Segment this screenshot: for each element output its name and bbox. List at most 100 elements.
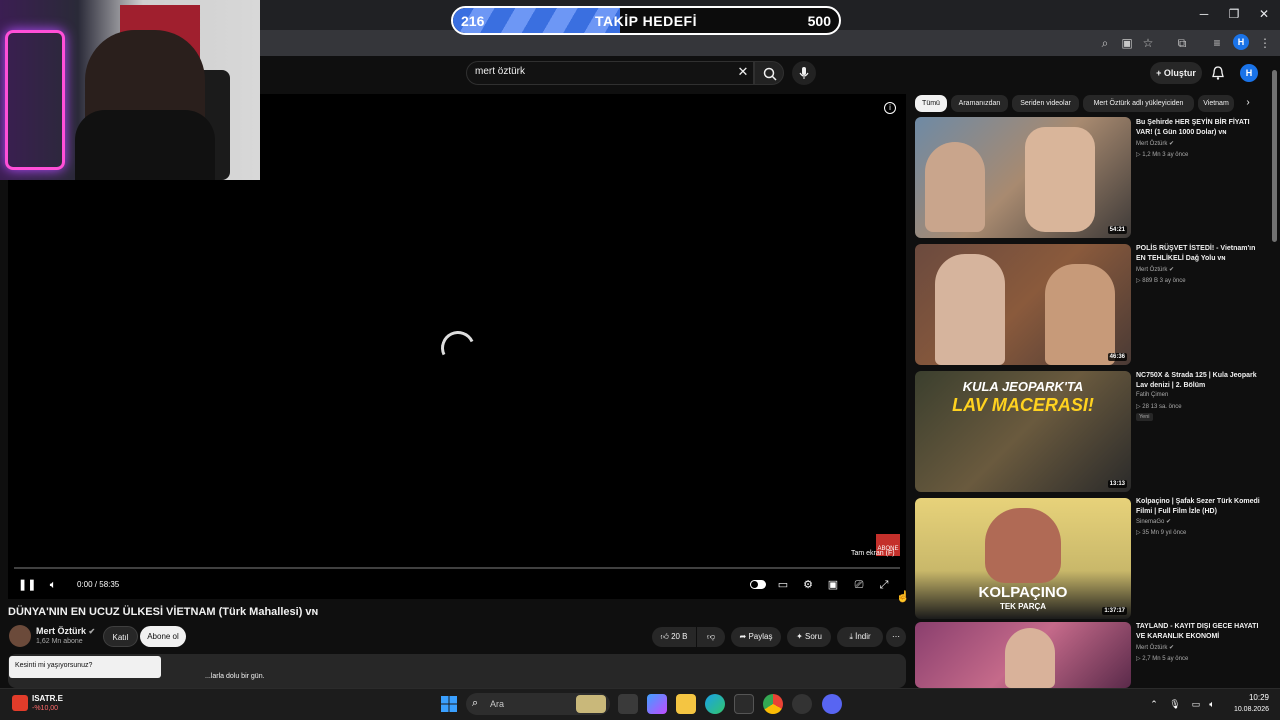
chip-uploader[interactable]: Mert Öztürk adlı yükleyiciden <box>1083 95 1194 112</box>
network-icon[interactable]: ▭ <box>1190 698 1202 710</box>
miniplayer-icon[interactable]: ▣ <box>826 578 840 592</box>
chip-from-search[interactable]: Aramanızdan <box>951 95 1008 112</box>
search-box[interactable] <box>466 61 754 85</box>
windows-start-icon[interactable] <box>439 694 459 714</box>
task-view-icon[interactable] <box>618 694 638 714</box>
search-input[interactable] <box>475 66 715 77</box>
create-button[interactable]: + Oluştur <box>1150 62 1202 84</box>
tray-overflow-icon[interactable]: ⌃ <box>1148 698 1160 710</box>
thumb-caption: KOLPAÇINO <box>978 584 1068 601</box>
bookmark-star-icon[interactable]: ☆ <box>1140 35 1156 51</box>
fullscreen-icon[interactable]: ⤢ <box>877 578 891 592</box>
thumbs-down-icon: 👎︎ <box>706 632 716 641</box>
volume-tray-icon[interactable]: 🔈︎ <box>1206 698 1218 710</box>
join-button[interactable]: Katıl <box>103 626 138 647</box>
channel-avatar[interactable] <box>9 625 31 647</box>
channel-name[interactable]: Mert Öztürk ✔ <box>36 626 95 636</box>
steam-icon[interactable] <box>792 694 812 714</box>
copilot-icon[interactable] <box>647 694 667 714</box>
download-button[interactable]: ⤓ İndir <box>837 627 883 647</box>
edge-icon[interactable] <box>705 694 725 714</box>
outage-toast[interactable]: Kesinti mi yaşıyorsunuz? <box>9 656 161 678</box>
time-display: 0:00 / 58:35 <box>77 580 120 589</box>
page-scrollbar[interactable] <box>1272 70 1277 242</box>
clock-date[interactable]: 10.08.2026 <box>1226 706 1269 713</box>
chip-all[interactable]: Tümü <box>915 95 947 112</box>
related-meta: ▷ 1,2 Mn 3 ay önce <box>1136 152 1189 158</box>
cast-tab-icon[interactable]: ▣ <box>1119 35 1135 51</box>
chip-series[interactable]: Seriden videolar <box>1012 95 1079 112</box>
related-thumbnail[interactable]: 54:21 <box>915 117 1131 238</box>
ask-button[interactable]: ✦ Soru <box>787 627 831 647</box>
download-label: İndir <box>855 632 871 641</box>
thumbs-up-icon: 👍︎ <box>660 632 672 641</box>
info-icon[interactable]: i <box>884 102 896 114</box>
notifications-button[interactable] <box>1209 64 1227 82</box>
related-title[interactable]: Kolpaçino | Şafak Sezer Türk Komedi Film… <box>1136 497 1262 517</box>
voice-search-button[interactable] <box>792 61 816 85</box>
related-channel[interactable]: SinemaGo ✔ <box>1136 518 1171 525</box>
settings-gear-icon[interactable]: ⚙ <box>801 578 815 592</box>
related-channel-label: SinemaGo <box>1136 519 1165 525</box>
related-channel-label: Mert Öztürk <box>1136 645 1168 651</box>
clear-search-icon[interactable]: ✕ <box>736 65 750 79</box>
chip-vietnam[interactable]: Vietnam <box>1198 95 1234 112</box>
verified-icon: ✔ <box>1169 645 1175 651</box>
media-control-icon[interactable]: ≡ <box>1209 35 1225 51</box>
microphone-tray-icon[interactable]: 🎙︎ <box>1169 698 1181 710</box>
minimize-icon[interactable]: ─ <box>1196 6 1212 22</box>
search-button[interactable] <box>754 61 784 85</box>
more-actions-icon[interactable]: ⋯ <box>886 627 906 647</box>
thumb-figure <box>925 142 985 232</box>
chrome-icon[interactable] <box>763 694 783 714</box>
thumb-figure <box>935 254 1005 365</box>
related-channel[interactable]: Mert Öztürk ✔ <box>1136 140 1174 147</box>
close-window-icon[interactable]: ✕ <box>1256 6 1272 22</box>
related-title[interactable]: POLİS RÜŞVET İSTEDİ! - Vietnam'ın EN TEH… <box>1136 244 1262 264</box>
dislike-button[interactable]: 👎︎ <box>697 627 725 647</box>
goal-title: TAKİP HEDEFİ <box>595 13 697 29</box>
thumb-caption: TEK PARÇA <box>999 602 1047 611</box>
autoplay-toggle[interactable] <box>750 580 766 589</box>
related-title[interactable]: Bu Şehirde HER ŞEYİN BİR FİYATI VAR! (1 … <box>1136 118 1262 138</box>
maximize-icon[interactable]: ❐ <box>1226 6 1242 22</box>
stock-widget-icon[interactable] <box>12 695 28 711</box>
volume-icon[interactable]: 🔈︎ <box>46 578 60 592</box>
zoom-icon[interactable]: ⌕ <box>1097 35 1113 51</box>
thumb-figure <box>985 508 1061 583</box>
browser-profile-avatar[interactable]: H <box>1233 34 1249 50</box>
thumb-caption: LAV MACERASI! <box>952 395 1094 415</box>
subtitles-icon[interactable]: ▭ <box>776 578 790 592</box>
subscribe-button[interactable]: Abone ol <box>140 626 186 647</box>
browser-menu-icon[interactable]: ⋮ <box>1257 35 1273 51</box>
related-channel[interactable]: Mert Öztürk ✔ <box>1136 266 1174 273</box>
related-channel-label: Mert Öztürk <box>1136 267 1168 273</box>
share-button[interactable]: ➦ Paylaş <box>731 627 781 647</box>
cast-icon[interactable]: ⎚ <box>852 578 866 592</box>
verified-icon: ✔ <box>1166 519 1172 525</box>
related-channel[interactable]: Fatih Çimen <box>1136 392 1168 398</box>
extensions-icon[interactable]: ⧉ <box>1174 35 1190 51</box>
store-icon[interactable] <box>734 694 754 714</box>
channel-name-label: Mert Öztürk <box>36 626 87 636</box>
stock-name[interactable]: ISATR.E <box>32 694 63 703</box>
pause-icon[interactable]: ❚❚ <box>18 578 36 592</box>
discord-icon[interactable] <box>822 694 842 714</box>
related-thumbnail[interactable]: 46:36 <box>915 244 1131 365</box>
streamer-shirt <box>75 110 215 180</box>
related-title[interactable]: TAYLAND - KAYIT DIŞI GECE HAYATI VE KARA… <box>1136 622 1262 642</box>
search-highlight-image <box>576 695 606 713</box>
related-thumbnail[interactable]: KOLPAÇINO TEK PARÇA 1:37:17 <box>915 498 1131 619</box>
related-channel[interactable]: Mert Öztürk ✔ <box>1136 644 1174 651</box>
microphone-icon <box>799 67 809 79</box>
sparkle-icon: ✦ <box>796 632 806 641</box>
related-thumbnail[interactable] <box>915 622 1131 688</box>
progress-bar[interactable] <box>14 567 900 569</box>
clock-time[interactable]: 10:29 <box>1233 693 1269 702</box>
chevron-right-icon[interactable]: › <box>1241 96 1255 110</box>
file-explorer-icon[interactable] <box>676 694 696 714</box>
related-title[interactable]: NC750X & Strada 125 | Kula Jeopark Lav d… <box>1136 371 1262 391</box>
like-button[interactable]: 👍︎ 20 B <box>652 627 696 647</box>
account-avatar[interactable]: H <box>1240 64 1258 82</box>
related-thumbnail[interactable]: KULA JEOPARK'TA LAV MACERASI! 13:13 <box>915 371 1131 492</box>
